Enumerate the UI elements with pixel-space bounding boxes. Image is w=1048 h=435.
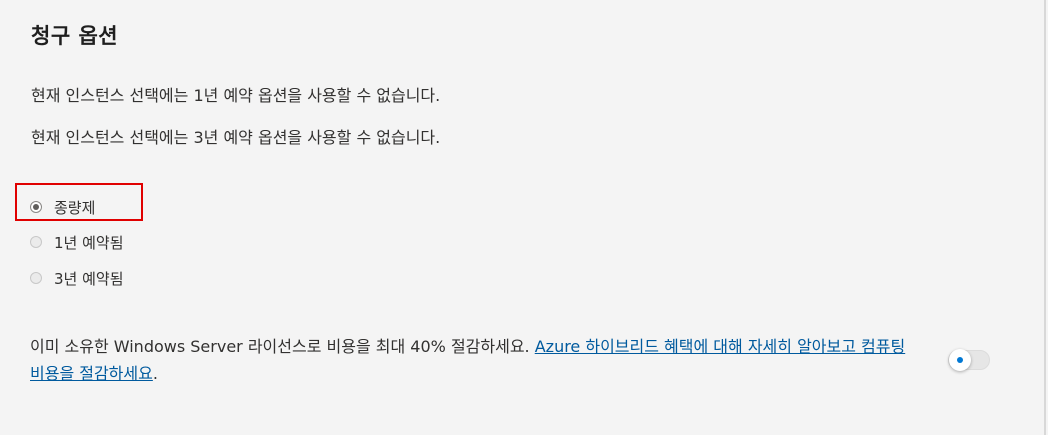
hybrid-benefit-toggle[interactable] (948, 349, 990, 371)
hybrid-benefit-description: 이미 소유한 Windows Server 라이선스로 비용을 최대 40% 절… (30, 333, 920, 387)
hybrid-benefit-text: 이미 소유한 Windows Server 라이선스로 비용을 최대 40% 절… (30, 337, 535, 356)
radio-button[interactable] (30, 236, 42, 248)
reservation-3yr-unavailable-message: 현재 인스턴스 선택에는 3년 예약 옵션을 사용할 수 없습니다. (31, 128, 441, 147)
section-title: 청구 옵션 (31, 24, 119, 48)
billing-option-label: 1년 예약됨 (54, 233, 124, 252)
highlight-annotation-box (15, 183, 143, 221)
hybrid-benefit-suffix: . (152, 364, 158, 383)
radio-button[interactable] (30, 272, 42, 284)
reservation-1yr-unavailable-message: 현재 인스턴스 선택에는 1년 예약 옵션을 사용할 수 없습니다. (31, 86, 441, 105)
panel-right-border (1044, 0, 1046, 435)
billing-option-1yr-reserved[interactable]: 1년 예약됨 (30, 232, 124, 252)
toggle-knob[interactable] (949, 349, 971, 371)
billing-option-label: 3년 예약됨 (54, 269, 124, 288)
billing-option-3yr-reserved[interactable]: 3년 예약됨 (30, 268, 124, 288)
billing-options-panel: 청구 옵션 현재 인스턴스 선택에는 1년 예약 옵션을 사용할 수 없습니다.… (0, 0, 1044, 435)
toggle-dot-icon (957, 357, 963, 363)
